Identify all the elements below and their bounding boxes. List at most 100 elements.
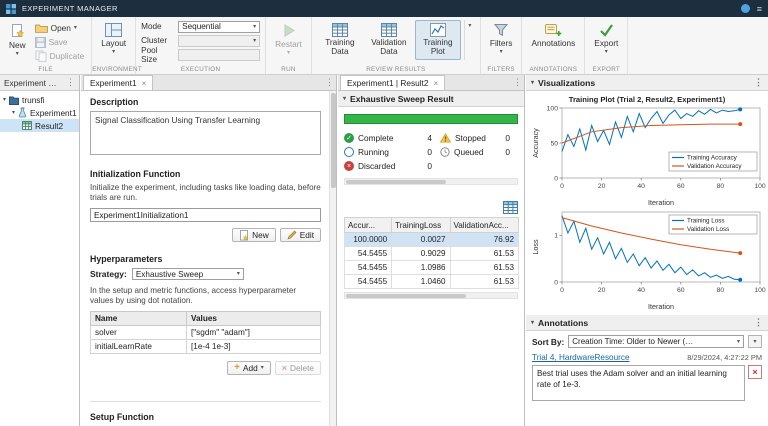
scrollbar-thumb[interactable] — [331, 93, 336, 188]
table-row[interactable]: solver ["sgdm" "adam"] — [91, 326, 321, 340]
training-plot-button[interactable]: Training Plot — [415, 20, 461, 60]
group-label-execution: EXECUTION — [136, 66, 265, 73]
expand-icon[interactable]: ▾ — [12, 109, 15, 116]
horizontal-scrollbar[interactable] — [344, 178, 518, 185]
table-row[interactable]: 100.0000 0.0027 76.92 — [345, 233, 519, 247]
svg-text:Iteration: Iteration — [648, 302, 674, 311]
svg-text:Validation Loss: Validation Loss — [687, 226, 729, 233]
folder-icon — [35, 23, 48, 33]
svg-text:100: 100 — [547, 105, 559, 112]
close-icon[interactable]: × — [142, 79, 147, 88]
annotations-button[interactable]: Annotations — [527, 20, 579, 51]
table-row[interactable]: 54.5455 1.0986 61.53 — [345, 261, 519, 275]
scrollbar-thumb[interactable] — [346, 180, 446, 184]
annotation-trial-link[interactable]: Trial 4, HardwareResource — [532, 353, 630, 362]
project-folder-icon — [9, 95, 19, 105]
init-edit-button[interactable]: Edit — [280, 228, 321, 242]
ribbon-group-execution: Mode Sequential ▾ Cluster ▾ Pool Size EX… — [136, 17, 266, 74]
running-count: 0 — [427, 147, 440, 157]
pool-size-input[interactable] — [178, 49, 260, 61]
ribbon-group-file: New ▾ Open ▾ Save Duplicate FILE — [0, 17, 92, 74]
mode-label: Mode — [141, 22, 175, 31]
collapse-annotations-button[interactable]: ▾ — [748, 335, 762, 348]
tree-item-project[interactable]: ▾ trunsfi — [0, 93, 79, 106]
tree-item-result[interactable]: Result2 — [0, 119, 79, 132]
filters-button[interactable]: Filters ▾ — [486, 20, 517, 58]
svg-text:1: 1 — [554, 233, 558, 240]
delete-annotation-button[interactable]: × — [748, 365, 762, 379]
table-row[interactable]: 54.5455 0.9029 61.53 — [345, 247, 519, 261]
new-button[interactable]: New ▾ — [5, 20, 30, 60]
collapse-icon[interactable]: ▾ — [531, 80, 534, 86]
validation-data-button[interactable]: Validation Data — [366, 20, 412, 60]
collapse-icon[interactable]: ▾ — [531, 320, 534, 326]
horizontal-scrollbar[interactable] — [344, 292, 518, 299]
results-table: Accur... TrainingLoss ValidationAcc... 1… — [344, 217, 519, 289]
discarded-icon: × — [344, 161, 354, 171]
tab-result2[interactable]: Experiment1 | Result2 × — [340, 75, 445, 90]
tree-item-experiment[interactable]: ▾ Experiment1 — [0, 106, 79, 119]
svg-text:40: 40 — [637, 287, 645, 294]
svg-text:0: 0 — [560, 183, 564, 190]
open-button[interactable]: Open ▾ — [33, 22, 87, 34]
window-menu-icon[interactable]: ≡ — [757, 4, 762, 14]
restart-button[interactable]: Restart ▾ — [271, 20, 306, 59]
svg-text:80: 80 — [717, 183, 725, 190]
svg-text:0: 0 — [554, 175, 558, 182]
group-label-file: FILE — [0, 66, 91, 73]
mode-select[interactable]: Sequential ▾ — [178, 21, 260, 33]
column-header-accuracy[interactable]: Accur... — [345, 218, 392, 233]
cluster-select[interactable]: ▾ — [178, 35, 260, 47]
collapse-icon[interactable]: ▾ — [343, 96, 346, 102]
training-plot-title: Training Plot (Trial 2, Result2, Experim… — [526, 95, 768, 104]
column-header-trainingloss[interactable]: TrainingLoss — [392, 218, 450, 233]
sweep-result-heading: Exhaustive Sweep Result — [350, 94, 454, 104]
browser-menu-icon[interactable]: ⋮ — [66, 77, 75, 88]
annotation-timestamp: 8/29/2024, 4:27:22 PM — [687, 353, 762, 362]
chevron-down-icon: ▾ — [253, 24, 256, 30]
account-icon[interactable] — [741, 4, 750, 13]
duplicate-button[interactable]: Duplicate — [33, 50, 87, 62]
init-function-input[interactable]: Experiment1Initialization1 — [90, 208, 321, 222]
ribbon-group-annotations: Annotations ANNOTATIONS — [522, 17, 585, 74]
annotation-text-input[interactable]: Best trial uses the Adam solver and an i… — [532, 365, 745, 401]
training-data-button[interactable]: Training Data — [317, 20, 363, 60]
svg-text:Iteration: Iteration — [648, 198, 674, 207]
panel-menu-icon[interactable]: ⋮ — [513, 77, 522, 88]
experiment-browser-panel: Experiment Bro... ⋮ ▾ trunsfi ▾ Experime… — [0, 75, 80, 426]
discarded-count: 0 — [427, 161, 440, 171]
add-hyperparameter-button[interactable]: + Add ▾ — [227, 361, 271, 375]
table-row[interactable]: initialLearnRate [1e-4 1e-3] — [91, 340, 321, 354]
review-gallery-dropdown[interactable]: ▾ — [464, 20, 475, 60]
export-button[interactable]: Export ▾ — [590, 20, 622, 58]
panel-menu-icon[interactable]: ⋮ — [754, 317, 763, 328]
strategy-select[interactable]: Exhaustive Sweep ▾ — [132, 268, 244, 280]
table-view-icon[interactable] — [503, 201, 518, 214]
column-header-validationacc[interactable]: ValidationAcc... — [450, 218, 519, 233]
layout-button[interactable]: Layout ▾ — [97, 20, 130, 58]
titlebar: EXPERIMENT MANAGER ≡ — [0, 0, 768, 17]
scrollbar-thumb[interactable] — [346, 294, 466, 298]
expand-icon[interactable]: ▾ — [3, 96, 6, 103]
initialization-help-text: Initialize the experiment, including tas… — [90, 183, 321, 203]
close-icon[interactable]: × — [433, 79, 438, 88]
panel-menu-icon[interactable]: ⋮ — [754, 77, 763, 88]
vertical-scrollbar[interactable] — [329, 91, 336, 426]
group-label-annotations: ANNOTATIONS — [522, 66, 584, 73]
stopped-warning-icon — [440, 133, 451, 143]
svg-text:50: 50 — [550, 140, 558, 147]
tab-experiment1[interactable]: Experiment1 × — [83, 75, 153, 90]
save-button[interactable]: Save — [33, 36, 87, 48]
sort-by-select[interactable]: Creation Time: Older to Newer (… ▾ — [568, 335, 744, 348]
init-new-button[interactable]: New — [232, 228, 276, 242]
loss-chart: 02040608010001Training LossValidation Lo… — [528, 208, 766, 312]
description-input[interactable]: Signal Classification Using Transfer Lea… — [90, 111, 321, 155]
pencil-icon — [287, 230, 297, 240]
panel-menu-icon[interactable]: ⋮ — [325, 77, 334, 88]
delete-x-icon: × — [752, 368, 757, 377]
table-row[interactable]: 54.5455 1.0460 61.53 — [345, 275, 519, 289]
delete-hyperparameter-button[interactable]: × Delete — [275, 361, 321, 375]
ribbon: New ▾ Open ▾ Save Duplicate FILE — [0, 17, 768, 75]
complete-icon: ✓ — [344, 133, 354, 143]
experiment-flask-icon — [18, 107, 27, 118]
